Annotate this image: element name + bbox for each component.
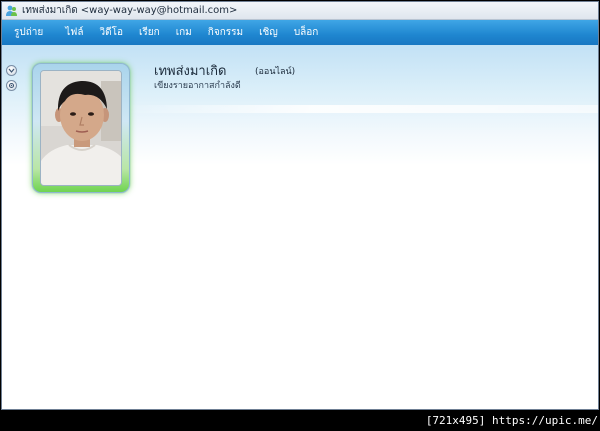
menu-video[interactable]: วิดีโอ bbox=[92, 20, 132, 45]
options-button[interactable] bbox=[6, 80, 17, 91]
collapse-button[interactable] bbox=[6, 65, 17, 76]
contact-display-picture-frame[interactable] bbox=[32, 63, 130, 193]
menu-games[interactable]: เกม bbox=[168, 20, 200, 45]
title-bar: เทพส่งมาเกิด <way-way-way@hotmail.com> bbox=[2, 2, 598, 20]
menu-photos[interactable]: รูปถ่าย bbox=[6, 20, 51, 45]
side-controls bbox=[6, 65, 18, 95]
menu-bar: รูปถ่าย ไฟล์ วิดีโอ เรียก เกม กิจกรรม เช… bbox=[2, 20, 598, 45]
personal-message: เขียงรายอากาสกำลังดี bbox=[154, 81, 241, 91]
image-watermark: [721x495] https://upic.me/ bbox=[425, 413, 598, 427]
person-photo bbox=[41, 71, 121, 185]
window-title-email: <way-way-way@hotmail.com> bbox=[80, 5, 238, 16]
menu-block[interactable]: บล็อก bbox=[286, 20, 327, 45]
settings-icon bbox=[8, 82, 15, 89]
menu-files[interactable]: ไฟล์ bbox=[57, 20, 91, 45]
avatar bbox=[40, 70, 122, 186]
messenger-icon bbox=[6, 5, 17, 16]
contact-status: (ออนไลน์) bbox=[255, 67, 296, 77]
menu-activities[interactable]: กิจกรรม bbox=[200, 20, 251, 45]
menu-invite[interactable]: เชิญ bbox=[251, 20, 286, 45]
chat-window: เทพส่งมาเกิด <way-way-way@hotmail.com> ร… bbox=[1, 1, 599, 410]
header-decoration bbox=[122, 105, 598, 113]
menu-call[interactable]: เรียก bbox=[131, 20, 168, 45]
chevron-down-icon bbox=[8, 68, 15, 73]
window-title-name: เทพส่งมาเกิด bbox=[22, 5, 78, 16]
